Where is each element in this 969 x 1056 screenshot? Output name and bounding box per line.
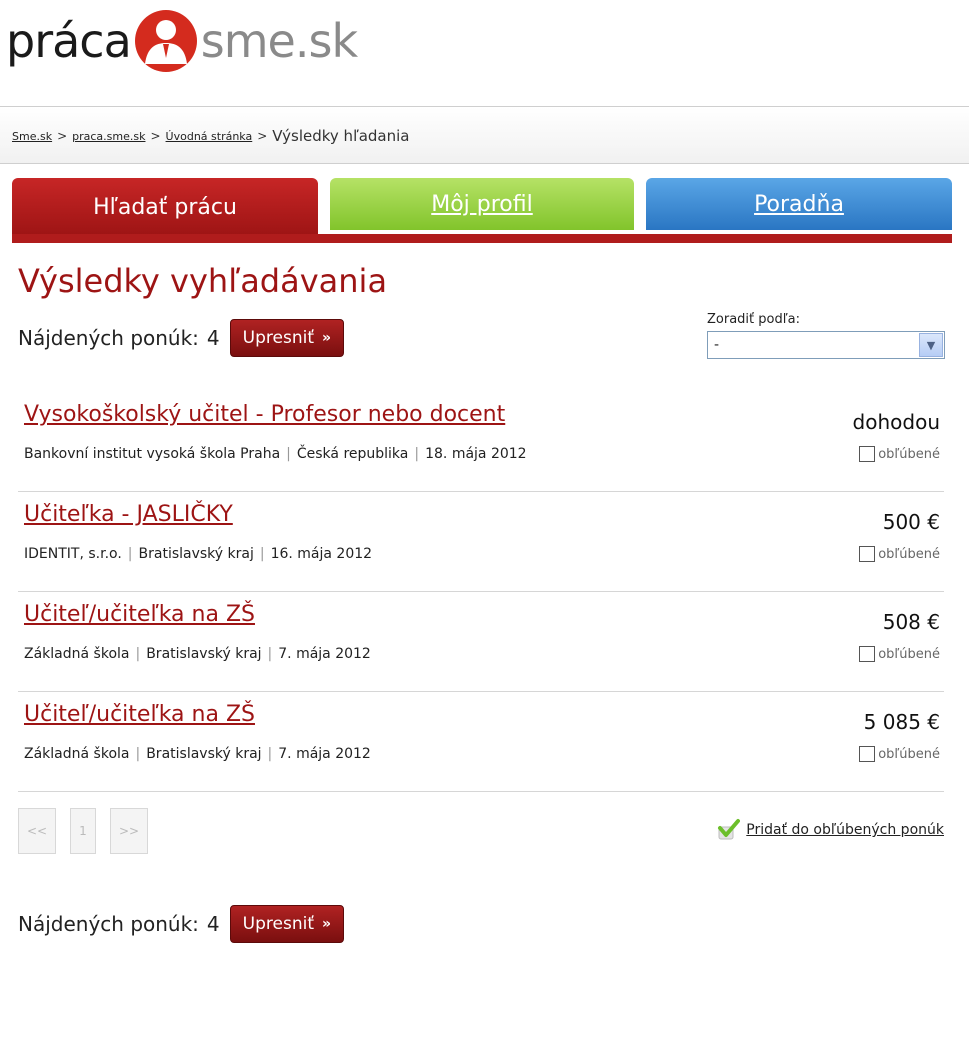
breadcrumb-link-praca[interactable]: praca.sme.sk: [72, 130, 145, 143]
job-company: IDENTIT, s.r.o.: [24, 546, 122, 562]
list-item: Učiteľka - JASLIČKY IDENTIT, s.r.o. | Brat…: [18, 492, 944, 592]
favorite-label: obľúbené: [878, 546, 940, 562]
job-title-link[interactable]: Učiteľ/učiteľka na ZŠ: [24, 602, 255, 627]
refine-button-bottom[interactable]: Upresniť »: [229, 905, 345, 943]
found-label: Nájdených ponúk:: [18, 326, 199, 350]
green-check-icon: [718, 819, 741, 840]
page-title: Výsledky vyhľadávania: [18, 262, 388, 300]
pager-next-button[interactable]: >>: [110, 808, 148, 854]
favorite-checkbox[interactable]: [859, 446, 876, 462]
favorite-checkbox[interactable]: [859, 746, 876, 762]
tab-underline: [12, 234, 952, 243]
breadcrumb-link-home[interactable]: Úvodná stránka: [166, 130, 253, 143]
breadcrumb-bar: Sme.sk > praca.sme.sk > Úvodná stránka >…: [0, 106, 969, 164]
favorite-checkbox[interactable]: [859, 646, 876, 662]
breadcrumb-separator: >: [257, 129, 268, 143]
job-date: 16. mája 2012: [270, 546, 373, 562]
pager-page-1[interactable]: 1: [70, 808, 96, 854]
logo-text-sme: sme.sk: [200, 14, 358, 68]
sort-control: Zoradiť podľa: - ▼: [707, 312, 945, 359]
double-arrow-icon: »: [322, 330, 332, 346]
breadcrumb-current: Výsledky hľadania: [272, 127, 410, 145]
tab-advice[interactable]: Poradňa: [646, 178, 952, 230]
pager-first-button[interactable]: <<: [18, 808, 56, 854]
job-salary: 508 €: [882, 610, 940, 634]
job-location: Bratislavský kraj: [146, 646, 262, 662]
breadcrumb-link-sme[interactable]: Sme.sk: [12, 130, 52, 143]
sort-label: Zoradiť podľa:: [707, 312, 800, 327]
job-meta: Bankovní institut vysoká škola Praha | Čes…: [24, 446, 527, 462]
job-company: Základná škola: [24, 646, 130, 662]
breadcrumb-separator: >: [150, 129, 161, 143]
found-label: Nájdených ponúk:: [18, 912, 199, 936]
job-location: Česká republika: [296, 446, 409, 462]
favorite-label: obľúbené: [878, 746, 940, 762]
job-location: Bratislavský kraj: [146, 746, 262, 762]
favorite-label: obľúbené: [878, 646, 940, 662]
found-count-row: Nájdených ponúk: 4 Upresniť »: [18, 318, 345, 358]
favorite-toggle[interactable]: obľúbené: [859, 646, 940, 662]
favorite-toggle[interactable]: obľúbené: [859, 446, 940, 462]
site-logo[interactable]: práca sme.sk: [6, 6, 358, 76]
chevron-down-icon[interactable]: ▼: [919, 333, 943, 357]
job-salary: 5 085 €: [863, 710, 940, 734]
favorite-label: obľúbené: [878, 446, 940, 462]
person-silhouette-icon: [134, 10, 197, 72]
found-count-row-bottom: Nájdených ponúk: 4 Upresniť »: [18, 904, 345, 944]
double-arrow-icon: »: [322, 916, 332, 932]
breadcrumb: Sme.sk > praca.sme.sk > Úvodná stránka >…: [12, 127, 409, 145]
main-tabs: Hľadať prácu Môj profil Poradňa: [12, 178, 952, 244]
refine-button-label: Upresniť: [242, 328, 314, 348]
favorite-checkbox[interactable]: [859, 546, 876, 562]
found-count: 4: [206, 326, 220, 350]
favorite-toggle[interactable]: obľúbené: [859, 746, 940, 762]
pagination: << 1 >>: [18, 808, 162, 854]
results-list: Vysokoškolský učitel - Profesor nebo doc…: [18, 392, 944, 792]
refine-button[interactable]: Upresniť »: [229, 319, 345, 357]
job-location: Bratislavský kraj: [138, 546, 254, 562]
list-item: Vysokoškolský učitel - Profesor nebo doc…: [18, 392, 944, 492]
breadcrumb-separator: >: [57, 129, 68, 143]
job-meta: Základná škola | Bratislavský kraj | 7. mája…: [24, 646, 371, 662]
job-company: Základná škola: [24, 746, 130, 762]
job-date: 7. mája 2012: [278, 646, 371, 662]
job-company: Bankovní institut vysoká škola Praha: [24, 446, 281, 462]
job-meta: Základná škola | Bratislavský kraj | 7. mája…: [24, 746, 371, 762]
list-item: Učiteľ/učiteľka na ZŠ Základná škola | Bra…: [18, 592, 944, 692]
sort-selected-value: -: [714, 337, 720, 353]
job-title-link[interactable]: Učiteľka - JASLIČKY: [24, 502, 233, 527]
job-date: 7. mája 2012: [278, 746, 371, 762]
job-meta: IDENTIT, s.r.o. | Bratislavský kraj | 16. má…: [24, 546, 373, 562]
add-to-favorites[interactable]: Pridať do obľúbených ponúk: [716, 818, 944, 842]
logo-text-praca: práca: [6, 14, 132, 68]
add-to-favorites-link[interactable]: Pridať do obľúbených ponúk: [746, 822, 944, 838]
favorite-toggle[interactable]: obľúbené: [859, 546, 940, 562]
job-salary: 500 €: [882, 510, 940, 534]
job-date: 18. mája 2012: [425, 446, 527, 462]
found-count: 4: [206, 912, 220, 936]
job-title-link[interactable]: Učiteľ/učiteľka na ZŠ: [24, 702, 255, 727]
job-salary: dohodou: [852, 410, 940, 434]
sort-select[interactable]: - ▼: [707, 331, 945, 359]
list-item: Učiteľ/učiteľka na ZŠ Základná škola | Bra…: [18, 692, 944, 792]
refine-button-label: Upresniť: [242, 914, 314, 934]
tab-my-profile[interactable]: Môj profil: [330, 178, 634, 230]
tab-search-jobs[interactable]: Hľadať prácu: [12, 178, 318, 236]
job-title-link[interactable]: Vysokoškolský učitel - Profesor nebo doc…: [24, 402, 505, 427]
